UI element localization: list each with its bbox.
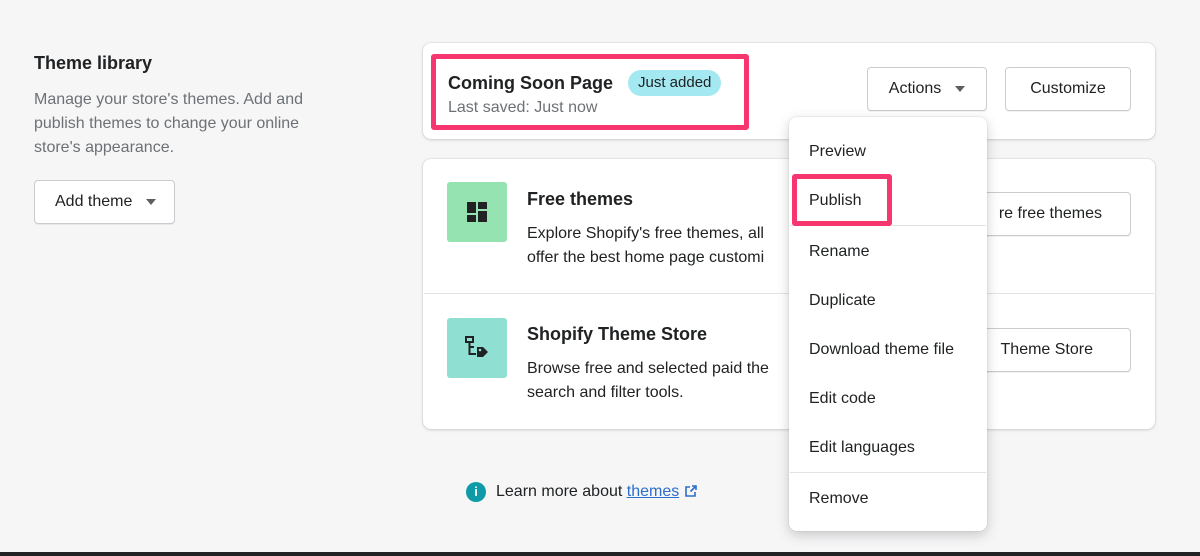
free-themes-description: Explore Shopify's free themes, all offer… — [527, 225, 765, 266]
free-themes-tile — [447, 182, 507, 242]
chevron-down-icon — [146, 199, 157, 205]
add-theme-label: Add theme — [55, 193, 133, 210]
menu-item-duplicate[interactable]: Duplicate — [809, 291, 876, 311]
bottom-border — [0, 552, 1200, 556]
theme-store-description: Browse free and selected paid the search… — [527, 360, 769, 401]
theme-store-title: Shopify Theme Store — [527, 324, 708, 344]
menu-item-edit-languages[interactable]: Edit languages — [809, 438, 915, 458]
actions-button[interactable]: Actions — [867, 67, 987, 111]
publish-highlight — [792, 174, 892, 226]
menu-divider — [790, 472, 986, 473]
customize-button[interactable]: Customize — [1005, 67, 1131, 111]
menu-item-download-theme-file[interactable]: Download theme file — [809, 340, 954, 360]
menu-item-preview[interactable]: Preview — [809, 142, 866, 162]
menu-item-edit-code[interactable]: Edit code — [809, 389, 876, 409]
theme-library-page: Theme library Manage your store's themes… — [0, 0, 1200, 556]
theme-store-tile — [447, 318, 507, 378]
info-icon: i — [466, 482, 486, 502]
layout-icon — [467, 202, 487, 222]
add-theme-button[interactable]: Add theme — [34, 180, 176, 224]
section-title: Theme library — [34, 53, 153, 73]
shop-tag-icon — [465, 336, 488, 357]
learn-more-prefix: Learn more about — [496, 483, 627, 500]
themes-link[interactable]: themes — [627, 483, 679, 500]
visit-theme-store-label: Theme Store — [1000, 341, 1093, 358]
menu-item-remove[interactable]: Remove — [809, 489, 869, 509]
theme-library-section-info: Theme library Manage your store's themes… — [34, 52, 354, 224]
actions-label: Actions — [888, 80, 942, 97]
menu-item-rename[interactable]: Rename — [809, 242, 869, 262]
section-description: Manage your store's themes. Add and publ… — [34, 91, 303, 156]
chevron-down-icon — [955, 86, 966, 92]
external-link-icon — [685, 485, 698, 497]
explore-free-themes-label: re free themes — [998, 205, 1102, 222]
free-themes-title: Free themes — [527, 189, 634, 209]
customize-label: Customize — [1030, 80, 1106, 97]
theme-name-highlight — [431, 54, 749, 130]
learn-more: i Learn more about themes — [466, 482, 698, 502]
